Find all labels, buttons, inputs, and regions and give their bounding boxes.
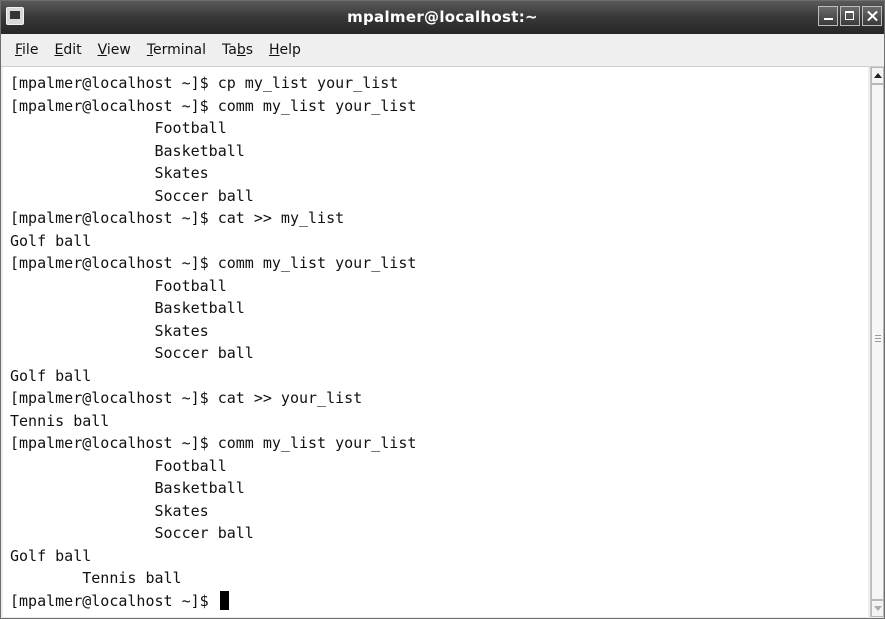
vertical-scrollbar[interactable] bbox=[870, 67, 884, 617]
terminal-line: Skates bbox=[10, 321, 209, 340]
terminal-line: [mpalmer@localhost ~]$ cat >> your_list bbox=[10, 389, 363, 407]
menu-edit[interactable]: Edit bbox=[46, 40, 89, 60]
menu-mnemonic: H bbox=[269, 42, 280, 58]
terminal-line: [mpalmer@localhost ~]$ comm my_list your… bbox=[10, 254, 417, 272]
terminal-line: Basketball bbox=[10, 479, 245, 497]
terminal-prompt-line[interactable]: [mpalmer@localhost ~]$ bbox=[10, 590, 868, 613]
menu-label-post: s bbox=[245, 42, 254, 58]
terminal-line: Golf ball bbox=[10, 546, 92, 565]
menu-label-post: iew bbox=[106, 42, 131, 58]
window-controls bbox=[818, 6, 882, 26]
terminal-line: Football bbox=[10, 456, 227, 475]
menu-bar: File Edit View Terminal Tabs Help bbox=[1, 34, 884, 67]
menu-label-pre: Ta bbox=[222, 42, 237, 58]
scrollbar-grip-icon bbox=[875, 335, 881, 342]
menu-file[interactable]: File bbox=[7, 40, 46, 60]
terminal-line: Skates bbox=[10, 501, 209, 520]
scroll-up-arrow-icon[interactable] bbox=[871, 67, 884, 84]
close-icon[interactable] bbox=[862, 6, 882, 26]
menu-label-post: erminal bbox=[153, 42, 206, 58]
terminal-line: [mpalmer@localhost ~]$ cp my_list your_l… bbox=[10, 74, 399, 92]
menu-label-post: ile bbox=[22, 42, 39, 58]
terminal-line: Golf ball bbox=[10, 231, 92, 250]
window-title: mpalmer@localhost:~ bbox=[347, 8, 538, 26]
terminal-line: [mpalmer@localhost ~]$ cat >> my_list bbox=[10, 209, 345, 227]
terminal-output[interactable]: [mpalmer@localhost ~]$ cp my_list your_l… bbox=[3, 67, 868, 617]
maximize-icon[interactable] bbox=[840, 6, 860, 26]
terminal-line: Soccer ball bbox=[10, 344, 254, 362]
terminal-window: mpalmer@localhost:~ File Edit View Termi… bbox=[0, 0, 885, 619]
menu-mnemonic: E bbox=[54, 42, 64, 58]
menu-view[interactable]: View bbox=[90, 40, 139, 60]
scrollbar-thumb[interactable] bbox=[871, 84, 884, 600]
title-bar[interactable]: mpalmer@localhost:~ bbox=[1, 1, 884, 34]
text-cursor bbox=[219, 590, 229, 610]
terminal-line: Tennis ball bbox=[10, 569, 182, 587]
menu-mnemonic: F bbox=[15, 42, 23, 58]
terminal-line: Soccer ball bbox=[10, 186, 254, 205]
terminal-line: Soccer ball bbox=[10, 524, 254, 542]
terminal-line: Skates bbox=[10, 164, 209, 182]
menu-mnemonic: V bbox=[97, 42, 107, 58]
menu-help[interactable]: Help bbox=[261, 40, 309, 60]
menu-tabs[interactable]: Tabs bbox=[214, 40, 261, 60]
terminal-line: Football bbox=[10, 119, 227, 137]
terminal-line: [mpalmer@localhost ~]$ comm my_list your… bbox=[10, 96, 417, 115]
terminal-line: Basketball bbox=[10, 299, 245, 317]
minimize-icon[interactable] bbox=[818, 6, 838, 26]
terminal-line: Tennis ball bbox=[10, 411, 110, 430]
terminal-line: [mpalmer@localhost ~]$ comm my_list your… bbox=[10, 434, 417, 452]
terminal-line: Football bbox=[10, 276, 227, 295]
menu-terminal[interactable]: Terminal bbox=[139, 40, 214, 60]
scroll-down-arrow-icon[interactable] bbox=[871, 600, 884, 617]
terminal-prompt: [mpalmer@localhost ~]$ bbox=[10, 591, 218, 610]
terminal-line: Basketball bbox=[10, 141, 245, 160]
menu-label-post: elp bbox=[279, 42, 301, 58]
menu-mnemonic: b bbox=[236, 42, 246, 58]
menu-label-post: dit bbox=[63, 42, 82, 58]
terminal-line: Golf ball bbox=[10, 366, 92, 385]
